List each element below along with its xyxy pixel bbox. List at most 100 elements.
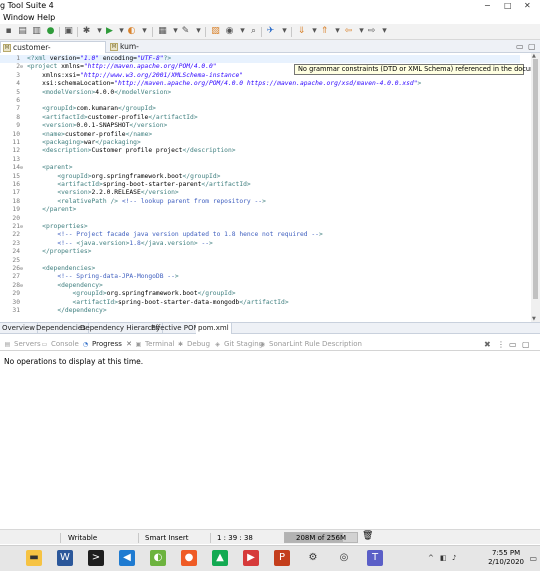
- code-line[interactable]: 26 ⊖ <dependencies>: [0, 265, 520, 273]
- search-icon[interactable]: ⌕: [248, 26, 259, 37]
- terminal-icon[interactable]: >: [88, 550, 104, 566]
- forward-icon[interactable]: ⇨: [366, 26, 377, 37]
- status-cursor-position[interactable]: 1 : 39 : 38: [217, 534, 253, 542]
- open-type-dropdown-icon[interactable]: ▾: [193, 26, 204, 37]
- tab-git-staging[interactable]: ◈ Git Staging: [213, 339, 263, 350]
- open-resource-icon[interactable]: ▧: [210, 26, 221, 37]
- close-icon[interactable]: ✕: [126, 340, 132, 348]
- spring-tools-icon[interactable]: ◐: [150, 550, 166, 566]
- fold-toggle-icon[interactable]: ⊖: [20, 223, 26, 231]
- code-line[interactable]: 9 <version>0.0.1-SNAPSHOT</version>: [0, 122, 520, 130]
- taskbar-clock[interactable]: 7:55 PM 2/10/2020: [488, 549, 524, 567]
- minimize-view-icon[interactable]: ▭: [509, 340, 517, 349]
- xml-editor[interactable]: 1 <?xml version="1.0" encoding="UTF-8"?> 2…: [0, 53, 540, 322]
- tab-sonarlint-rule-description[interactable]: ◉ SonarLint Rule Description: [258, 339, 362, 350]
- heap-status[interactable]: 208M of 256M: [284, 532, 358, 543]
- menu-help[interactable]: Help: [37, 13, 55, 23]
- close-window-button[interactable]: ✕: [524, 1, 531, 10]
- remove-all-finished-icon[interactable]: ✖: [484, 340, 491, 349]
- code-line[interactable]: 4 xsi:schemaLocation="http://maven.apach…: [0, 80, 520, 88]
- annotation-prev-icon[interactable]: ⇑: [319, 26, 330, 37]
- forward-dropdown-icon[interactable]: ▾: [379, 26, 390, 37]
- tab-debug[interactable]: ✱ Debug: [176, 339, 210, 350]
- maximize-editor-icon[interactable]: ▢: [528, 42, 536, 51]
- notifications-icon[interactable]: ▭: [529, 554, 537, 563]
- tab-kum-assmt-pom[interactable]: M kum-assmt/pom.xml: [108, 41, 188, 63]
- postman-icon[interactable]: ●: [181, 550, 197, 566]
- code-line[interactable]: 24 </properties>: [0, 248, 520, 256]
- code-line[interactable]: 7 <groupId>com.kumaran</groupId>: [0, 105, 520, 113]
- volume-icon[interactable]: ♪: [452, 554, 456, 562]
- code-line[interactable]: 14 ⊖ <parent>: [0, 164, 520, 172]
- code-line[interactable]: 10 <name>customer-profile</name>: [0, 131, 520, 139]
- scrollbar-thumb[interactable]: [533, 59, 538, 299]
- code-line[interactable]: 30 <artifactId>spring-boot-starter-data-…: [0, 299, 520, 307]
- check-icon[interactable]: ●: [45, 26, 56, 37]
- code-line[interactable]: 28 ⊖ <dependency>: [0, 282, 520, 290]
- code-line[interactable]: 13: [0, 156, 520, 164]
- debug-icon[interactable]: ✱: [81, 26, 92, 37]
- code-line[interactable]: 25: [0, 257, 520, 265]
- annotation-next-icon[interactable]: ⇓: [296, 26, 307, 37]
- print-icon[interactable]: ▤: [17, 26, 28, 37]
- code-line[interactable]: 18 <relativePath /> <!-- lookup parent f…: [0, 198, 520, 206]
- code-line[interactable]: 20: [0, 215, 520, 223]
- code-line[interactable]: 22 <!-- Project facade java version upda…: [0, 231, 520, 239]
- code-line[interactable]: 19 </parent>: [0, 206, 520, 214]
- mongodb-icon[interactable]: ▲: [212, 550, 228, 566]
- minimize-editor-icon[interactable]: ▭: [516, 42, 524, 51]
- tab-customer-profile-pom[interactable]: M customer-profile/pom.xml ✕: [0, 41, 106, 64]
- status-insert-mode[interactable]: Smart Insert: [145, 534, 188, 542]
- tab-progress[interactable]: ◔ Progress ✕: [81, 339, 132, 350]
- fold-toggle-icon[interactable]: ⊖: [20, 63, 26, 71]
- task-icon[interactable]: ✈: [265, 26, 276, 37]
- terminal-icon[interactable]: ▣: [63, 26, 74, 37]
- code-line[interactable]: 12 <description>Customer profile project…: [0, 147, 520, 155]
- view-menu-icon[interactable]: ⋮: [497, 340, 505, 349]
- settings-icon[interactable]: ⚙: [305, 550, 321, 566]
- task-dropdown-icon[interactable]: ▾: [279, 26, 290, 37]
- editor-vertical-scrollbar[interactable]: ▲ ▼: [531, 53, 540, 322]
- code-line[interactable]: 5 <modelVersion>4.0.0</modelVersion>: [0, 89, 520, 97]
- run-icon[interactable]: ▶: [104, 26, 115, 37]
- garbage-collect-icon[interactable]: 🗑: [362, 532, 373, 541]
- back-icon[interactable]: ⇦: [343, 26, 354, 37]
- code-line[interactable]: 27 <!-- Spring-data-JPA-MongoDB -->: [0, 273, 520, 281]
- maximize-button[interactable]: □: [504, 1, 512, 10]
- tray-chevron-icon[interactable]: ^: [428, 554, 434, 562]
- code-line[interactable]: 29 <groupId>org.springframework.boot</gr…: [0, 290, 520, 298]
- word-icon[interactable]: W: [57, 550, 73, 566]
- tab-terminal[interactable]: ▣ Terminal: [134, 339, 175, 350]
- code-line[interactable]: 16 <artifactId>spring-boot-starter-paren…: [0, 181, 520, 189]
- browser-dropdown-icon[interactable]: ▾: [237, 26, 248, 37]
- chrome-icon[interactable]: ◎: [336, 550, 352, 566]
- powerpoint-icon[interactable]: P: [274, 550, 290, 566]
- code-line[interactable]: 15 <groupId>org.springframework.boot</gr…: [0, 173, 520, 181]
- code-line[interactable]: 17 <version>2.2.0.RELEASE</version>: [0, 189, 520, 197]
- new-server-icon[interactable]: ▦: [157, 26, 168, 37]
- code-line[interactable]: 31 </dependency>: [0, 307, 520, 315]
- annotation-prev-dropdown-icon[interactable]: ▾: [332, 26, 343, 37]
- code-line[interactable]: 11 <packaging>war</packaging>: [0, 139, 520, 147]
- tab-servers[interactable]: ▤ Servers: [3, 339, 41, 350]
- file-explorer-icon[interactable]: ▬: [26, 550, 42, 566]
- tab-pom-xml[interactable]: pom.xml: [196, 323, 232, 334]
- build-icon[interactable]: ▥: [31, 26, 42, 37]
- browser-icon[interactable]: ◉: [224, 26, 235, 37]
- fold-toggle-icon[interactable]: ⊖: [20, 265, 26, 273]
- open-type-icon[interactable]: ✎: [180, 26, 191, 37]
- tab-effective-pom[interactable]: Effective POM: [149, 323, 203, 334]
- external-tools-icon[interactable]: ◐: [126, 26, 137, 37]
- code-line[interactable]: 8 <artifactId>customer-profile</artifact…: [0, 114, 520, 122]
- save-icon[interactable]: ▪: [3, 26, 14, 37]
- code-line[interactable]: 6: [0, 97, 520, 105]
- code-line[interactable]: 21 ⊖ <properties>: [0, 223, 520, 231]
- fold-toggle-icon[interactable]: ⊖: [20, 164, 26, 172]
- code-line[interactable]: 23 <!-- <java.version>1.8</java.version>…: [0, 240, 520, 248]
- tab-console[interactable]: ▭ Console: [40, 339, 79, 350]
- minimize-button[interactable]: −: [484, 1, 491, 10]
- external-tools-dropdown-icon[interactable]: ▾: [139, 26, 150, 37]
- maximize-view-icon[interactable]: ▢: [522, 340, 530, 349]
- media-icon[interactable]: ▶: [243, 550, 259, 566]
- tab-overview[interactable]: Overview: [0, 323, 38, 334]
